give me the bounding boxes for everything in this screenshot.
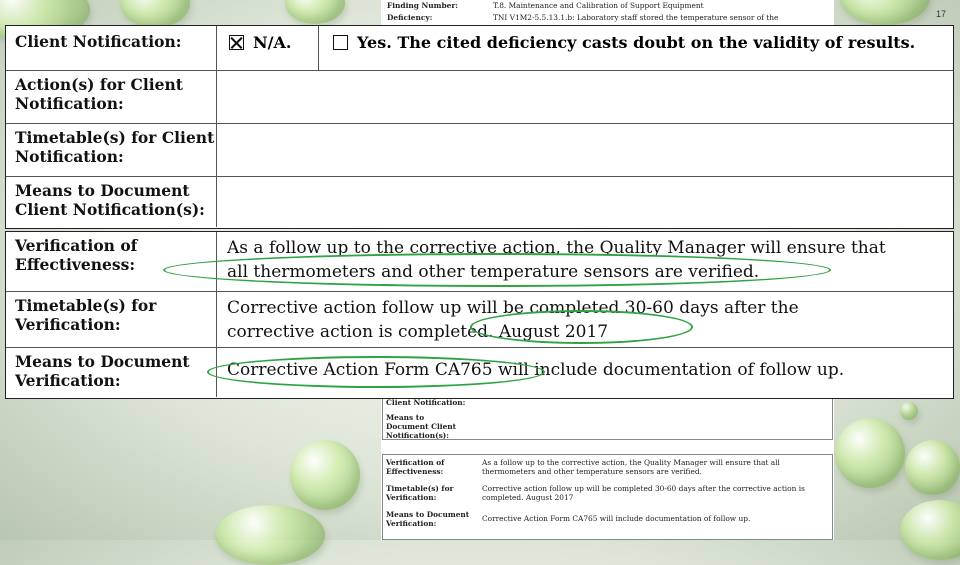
slide-number: 17 (935, 9, 946, 19)
water-drop (835, 418, 905, 488)
bg-client-block: Client Notification: Means to Document C… (382, 396, 833, 440)
timetable-client-label: Timetable(s) for Client Notification: (6, 124, 217, 176)
water-drop (285, 0, 345, 24)
na-label: N/A. (253, 33, 292, 52)
bg-label: Verification of Effectiveness: (386, 458, 445, 476)
bg-row: Timetable(s) for Verification: Correctiv… (383, 484, 832, 510)
yes-label: Yes. The cited deficiency casts doubt on… (357, 33, 916, 52)
water-drop (290, 440, 360, 510)
water-drop (215, 505, 325, 565)
unchecked-box-icon[interactable] (333, 35, 348, 50)
bg-value: T.8. Maintenance and Calibration of Supp… (493, 1, 704, 10)
timetable-client-row: Timetable(s) for Client Notification: (6, 124, 953, 177)
bg-row: Finding Number: T.8. Maintenance and Cal… (381, 0, 834, 12)
bg-label: Timetable(s) for Verification: (386, 484, 454, 502)
bg-value: Corrective Action Form CA765 will includ… (482, 514, 751, 523)
bg-value: As a follow up to the corrective action,… (482, 458, 780, 476)
water-drop (900, 402, 918, 420)
client-notification-row: Client Notification: N/A. Yes. The cited… (6, 26, 953, 71)
timetable-client-value (217, 124, 953, 176)
bg-label: Means to Document Client Notification(s)… (386, 413, 457, 440)
means-client-value (217, 177, 953, 227)
means-client-label: Means to Document Client Notification(s)… (6, 177, 217, 227)
water-drop (120, 0, 190, 28)
client-notification-table: Client Notification: N/A. Yes. The cited… (5, 25, 954, 229)
checked-box-icon[interactable] (229, 35, 244, 50)
water-drop (900, 500, 960, 560)
bg-row: Deficiency: TNI V1M2-5.5.13.1.b: Laborat… (381, 12, 834, 24)
action-value (217, 71, 953, 123)
bg-verification-block: Verification of Effectiveness: As a foll… (382, 454, 833, 540)
bg-label: Deficiency: (387, 13, 433, 22)
action-row: Action(s) for Client Notification: (6, 71, 953, 124)
highlight-ellipse (163, 253, 831, 287)
bg-value: Corrective action follow up will be comp… (482, 484, 805, 502)
client-notification-label: Client Notification: (6, 26, 217, 70)
highlight-ellipse (470, 310, 693, 344)
bg-value: TNI V1M2-5.5.13.1.b: Laboratory staff st… (493, 13, 779, 22)
bg-label: Finding Number: (387, 1, 458, 10)
bg-row: Verification of Effectiveness: As a foll… (383, 455, 832, 484)
bg-row: Means to Document Client Notification(s)… (383, 413, 832, 440)
na-option: N/A. (217, 26, 319, 70)
water-drop (905, 440, 960, 495)
timetable-verification-label: Timetable(s) for Verification: (6, 292, 217, 347)
bg-label: Means to Document Verification: (386, 510, 470, 528)
verification-label: Verification of Effectiveness: (6, 232, 217, 291)
action-label: Action(s) for Client Notification: (6, 71, 217, 123)
means-client-row: Means to Document Client Notification(s)… (6, 177, 953, 227)
highlight-ellipse (207, 356, 545, 388)
means-verification-label: Means to Document Verification: (6, 348, 217, 397)
water-drop (840, 0, 930, 25)
bg-row: Means to Document Verification: Correcti… (383, 510, 832, 536)
background-document-bottom: Client Notification: Means to Document C… (381, 396, 834, 540)
yes-option: Yes. The cited deficiency casts doubt on… (319, 26, 953, 70)
